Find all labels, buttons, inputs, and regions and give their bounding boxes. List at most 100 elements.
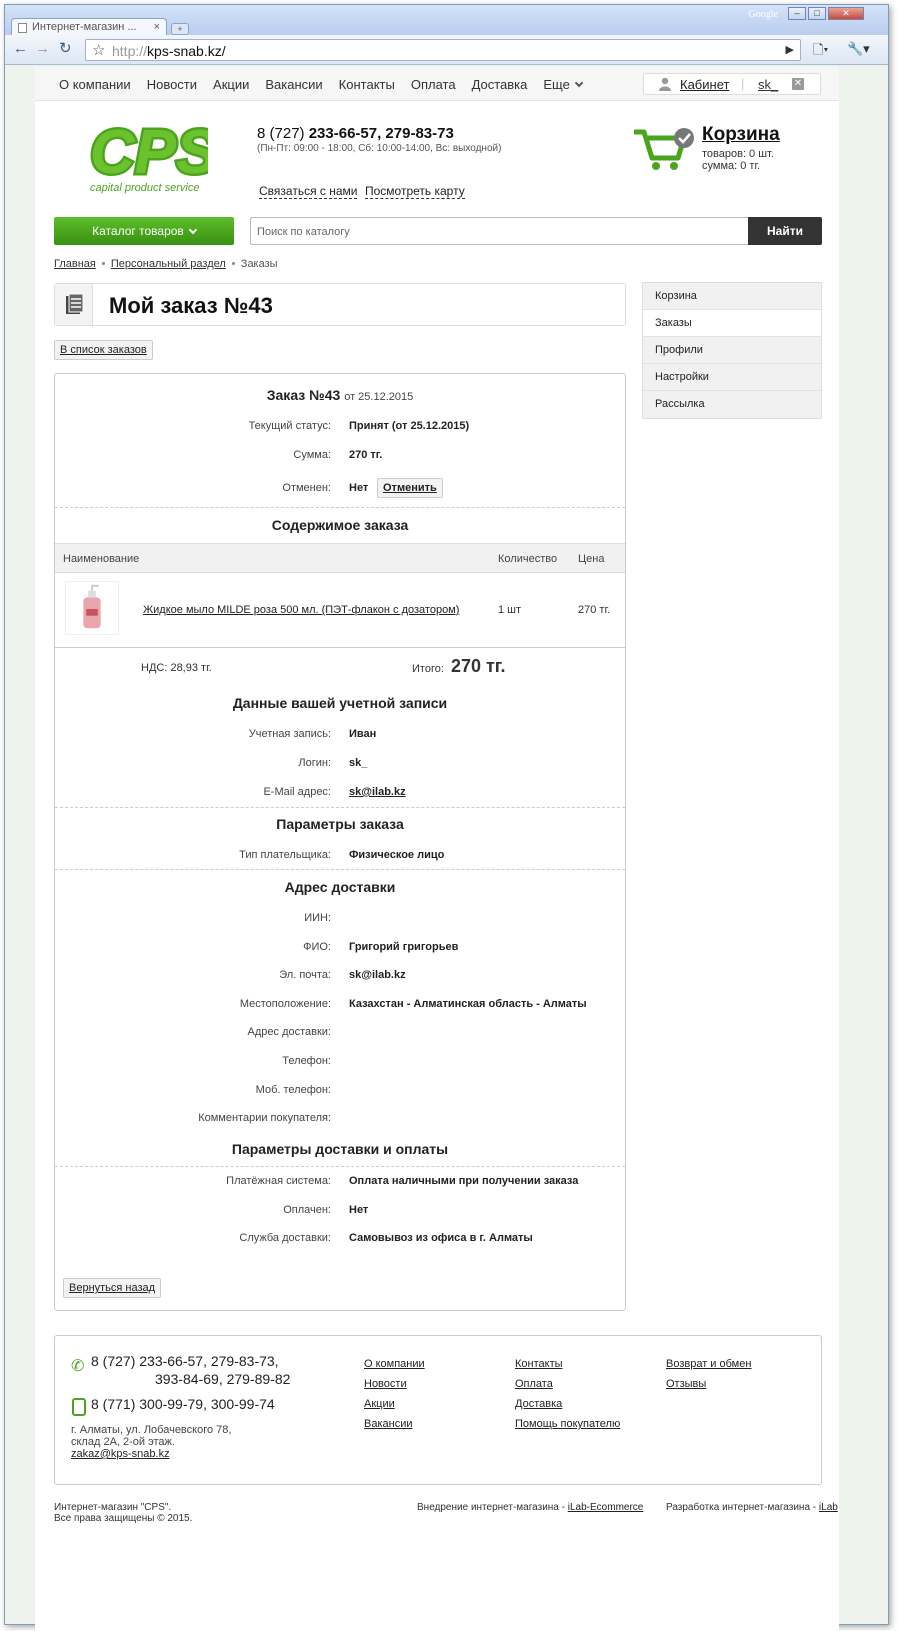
page-title: Мой заказ №43 bbox=[109, 293, 273, 318]
web-page: О компании Новости Акции Вакансии Контак… bbox=[35, 67, 839, 1631]
cabinet-link[interactable]: Кабинет bbox=[680, 77, 729, 92]
nav-item-promotions[interactable]: Акции bbox=[213, 77, 249, 92]
product-name-link[interactable]: Жидкое мыло MILDE роза 500 мл. (ПЭТ-флак… bbox=[143, 604, 459, 616]
sidebar-item-subscription[interactable]: Рассылка bbox=[643, 391, 821, 418]
bookmark-star-icon[interactable]: ☆ bbox=[92, 41, 105, 59]
total-label: Итого: bbox=[412, 663, 444, 675]
title-bar: Интернет-магазин ... × + Google – □ ✕ bbox=[5, 5, 888, 36]
page-menu-icon[interactable]: 🗋▾ bbox=[813, 41, 828, 63]
new-tab-button[interactable]: + bbox=[171, 23, 189, 35]
footer-email-link[interactable]: zakaz@kps-snab.kz bbox=[71, 1448, 170, 1460]
back-icon[interactable]: ← bbox=[13, 41, 28, 57]
tab-title: Интернет-магазин ... bbox=[32, 21, 137, 33]
footer-link-reviews[interactable]: Отзывы bbox=[666, 1374, 751, 1394]
breadcrumb-home[interactable]: Главная bbox=[54, 258, 96, 270]
sidebar-item-orders[interactable]: Заказы bbox=[643, 310, 821, 337]
go-icon[interactable]: ▶ bbox=[786, 43, 794, 56]
iin-label: ИИН: bbox=[304, 912, 331, 924]
cancel-order-button[interactable]: Отменить bbox=[377, 478, 443, 498]
breadcrumb: Главная Персональный раздел Заказы bbox=[54, 258, 278, 270]
phone-icon: ✆ bbox=[71, 1358, 85, 1375]
view-map-link[interactable]: Посмотреть карту bbox=[365, 184, 465, 199]
catalog-button[interactable]: Каталог товаров bbox=[54, 217, 234, 245]
back-to-orders-button[interactable]: В список заказов bbox=[54, 340, 153, 360]
paid-value: Нет bbox=[349, 1204, 369, 1216]
nav-item-vacancies[interactable]: Вакансии bbox=[265, 77, 322, 92]
minimize-button[interactable]: – bbox=[788, 7, 806, 20]
nav-item-news[interactable]: Новости bbox=[147, 77, 197, 92]
maximize-button[interactable]: □ bbox=[808, 7, 826, 20]
wrench-menu-icon[interactable]: 🔧▾ bbox=[847, 41, 870, 57]
sidebar-item-settings[interactable]: Настройки bbox=[643, 364, 821, 391]
logout-icon[interactable]: ✕ bbox=[792, 78, 804, 90]
tab-close-icon[interactable]: × bbox=[154, 21, 160, 33]
reload-icon[interactable]: ↻ bbox=[59, 41, 72, 57]
address-line-1: г. Алматы, ул. Лобачевского 78, bbox=[71, 1424, 232, 1436]
mobile-label: Моб. телефон: bbox=[255, 1084, 331, 1096]
nav-item-more[interactable]: Еще bbox=[543, 77, 584, 92]
browser-window: Интернет-магазин ... × + Google – □ ✕ ← … bbox=[4, 4, 889, 1631]
paysys-value: Оплата наличными при получении заказа bbox=[349, 1175, 579, 1187]
url-protocol: http:// bbox=[112, 43, 148, 59]
username-link[interactable]: sk_ bbox=[758, 77, 778, 92]
footer-link-payment[interactable]: Оплата bbox=[515, 1374, 620, 1394]
paysys-label: Платёжная система: bbox=[226, 1175, 331, 1187]
comment-label: Комментарии покупателя: bbox=[198, 1112, 331, 1124]
url-host: kps-snab.kz/ bbox=[147, 43, 226, 59]
footer-link-vacancies[interactable]: Вакансии bbox=[364, 1414, 425, 1434]
forward-icon[interactable]: → bbox=[35, 41, 50, 57]
nav-item-contacts[interactable]: Контакты bbox=[339, 77, 395, 92]
go-back-button[interactable]: Вернуться назад bbox=[63, 1278, 162, 1298]
catalog-label: Каталог товаров bbox=[92, 224, 184, 238]
contact-us-link[interactable]: Связаться с нами bbox=[259, 184, 358, 199]
page-title-box: Мой заказ №43 bbox=[54, 283, 626, 326]
nav-item-about[interactable]: О компании bbox=[59, 77, 131, 92]
divider bbox=[55, 807, 625, 808]
footer-link-news[interactable]: Новости bbox=[364, 1374, 425, 1394]
phone-prefix: 8 (727) bbox=[257, 125, 309, 142]
dev-link[interactable]: iLab bbox=[819, 1502, 838, 1513]
footer-link-about[interactable]: О компании bbox=[364, 1354, 425, 1374]
contents-title: Содержимое заказа bbox=[271, 517, 409, 533]
cps-logo[interactable]: CPS CPS capital product service bbox=[88, 117, 208, 195]
total-value: 270 тг. bbox=[450, 656, 506, 676]
login-value: sk_ bbox=[349, 757, 368, 769]
cart-title[interactable]: Корзина bbox=[702, 124, 780, 146]
sidebar-item-profiles[interactable]: Профили bbox=[643, 337, 821, 364]
nav-item-delivery[interactable]: Доставка bbox=[472, 77, 528, 92]
col-qty: Количество bbox=[498, 553, 558, 565]
email-link[interactable]: sk@ilab.kz bbox=[349, 786, 406, 798]
order-number: Заказ №43 bbox=[266, 387, 341, 403]
footer-link-returns[interactable]: Возврат и обмен bbox=[666, 1354, 751, 1374]
header-phone: 8 (727) 233-66-57, 279-83-73 bbox=[257, 125, 454, 142]
browser-tab[interactable]: Интернет-магазин ... × bbox=[11, 18, 167, 36]
footer-link-contacts[interactable]: Контакты bbox=[515, 1354, 620, 1374]
footer-link-delivery[interactable]: Доставка bbox=[515, 1394, 620, 1414]
impl-link[interactable]: iLab-Ecommerce bbox=[568, 1502, 644, 1513]
close-window-button[interactable]: ✕ bbox=[828, 7, 864, 20]
footer-col-1: О компании Новости Акции Вакансии bbox=[364, 1354, 425, 1434]
fio-value: Григорий григорьев bbox=[349, 941, 459, 953]
location-label: Местоположение: bbox=[239, 998, 331, 1010]
search-input[interactable]: Поиск по каталогу bbox=[257, 226, 350, 238]
order-date: от 25.12.2015 bbox=[344, 391, 414, 403]
footer-link-help[interactable]: Помощь покупателю bbox=[515, 1414, 620, 1434]
product-image[interactable] bbox=[65, 581, 119, 635]
top-navigation-bar: О компании Новости Акции Вакансии Контак… bbox=[35, 67, 839, 101]
paid-label: Оплачен: bbox=[283, 1204, 331, 1216]
footer-link-promotions[interactable]: Акции bbox=[364, 1394, 425, 1414]
divider bbox=[55, 869, 625, 870]
fio-label: ФИО: bbox=[303, 941, 331, 953]
mail-label: Эл. почта: bbox=[279, 969, 331, 981]
cart-widget[interactable]: Корзина товаров: 0 шт. сумма: 0 тг. bbox=[632, 122, 822, 182]
search-button[interactable]: Найти bbox=[748, 217, 822, 245]
copyright: Интернет-магазин "CPS". Все права защище… bbox=[54, 1502, 192, 1524]
sidebar-item-cart[interactable]: Корзина bbox=[643, 283, 821, 310]
mail-value: sk@ilab.kz bbox=[349, 969, 406, 981]
implementation-credit: Внедрение интернет-магазина - iLab-Ecomm… bbox=[417, 1502, 643, 1513]
col-name: Наименование bbox=[63, 553, 140, 565]
address-bar[interactable]: ☆ http://kps-snab.kz/ ▶ bbox=[85, 39, 801, 61]
phone-label: Телефон: bbox=[282, 1055, 331, 1067]
breadcrumb-personal[interactable]: Персональный раздел bbox=[111, 258, 226, 270]
nav-item-payment[interactable]: Оплата bbox=[411, 77, 456, 92]
